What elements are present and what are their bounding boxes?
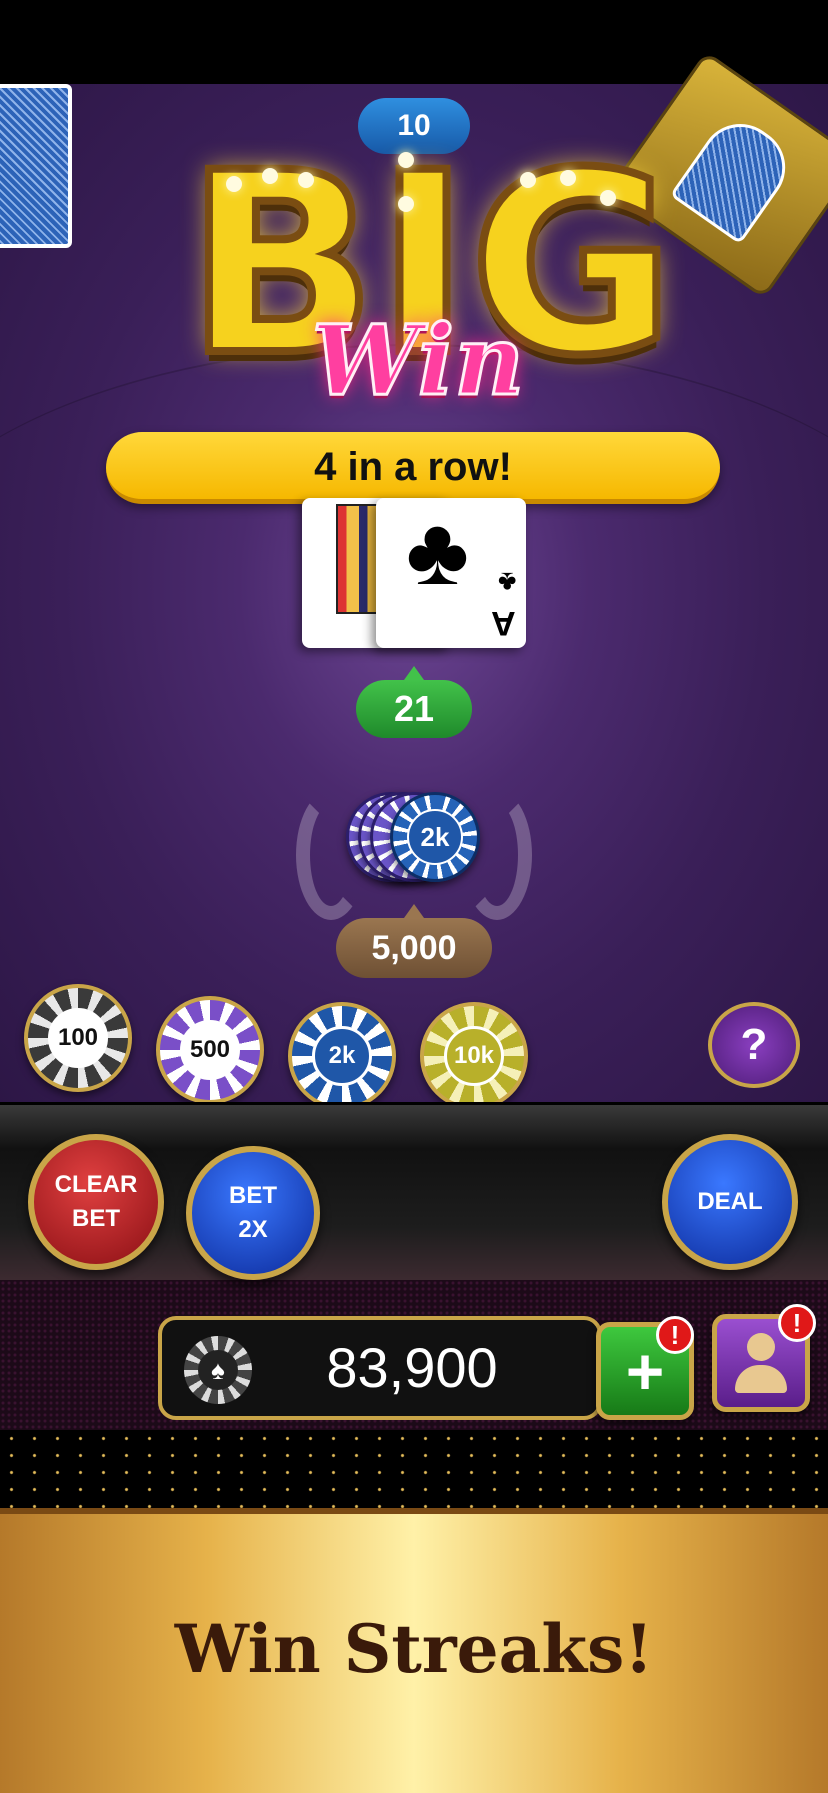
promo-title: Win Streaks!	[174, 1610, 654, 1688]
question-bubble-icon: ?	[740, 1020, 768, 1069]
clear-bet-label-line2: BET	[71, 1205, 120, 1232]
streak-banner: 4 in a row!	[106, 432, 720, 504]
promo-footer: Win Streaks!	[0, 1508, 828, 1793]
player-total-badge: 21	[356, 666, 472, 738]
marquee-bulb	[398, 196, 414, 212]
help-button[interactable]: ?	[708, 1002, 800, 1088]
marquee-bulb	[600, 190, 616, 206]
chip-label: 2k	[312, 1026, 372, 1086]
bet-stack-label: 2k	[407, 809, 463, 865]
marquee-bulb	[298, 172, 314, 188]
store-alert-badge: !	[656, 1316, 694, 1354]
bet-2x-label-line1: BET	[229, 1182, 277, 1209]
profile-alert-badge: !	[778, 1304, 816, 1342]
marquee-bulb	[520, 172, 536, 188]
deal-label: DEAL	[697, 1188, 763, 1215]
balance-chip-icon: ♠	[184, 1336, 252, 1404]
bet-amount-badge: 5,000	[336, 904, 492, 978]
chip-label: 100	[48, 1008, 108, 1068]
win-script-text: Win	[310, 303, 525, 419]
spade-icon: ♠	[198, 1350, 238, 1390]
marquee-bulb	[226, 176, 242, 192]
card-rank: A	[491, 604, 516, 642]
plus-icon: +	[625, 1334, 665, 1408]
deal-button[interactable]: DEAL	[662, 1134, 798, 1270]
chip-10k-button[interactable]: 10k	[420, 1002, 528, 1110]
player-card-ace-clubs: ♣ ♣ A	[376, 498, 526, 648]
discard-deck	[0, 84, 72, 248]
bet-stack-top-chip[interactable]: 2k	[390, 792, 480, 882]
balance-bar: ♠ 83,900	[158, 1316, 602, 1420]
chip-500-button[interactable]: 500	[156, 996, 264, 1104]
club-suit-small-icon: ♣	[497, 567, 516, 598]
sparkle-band	[0, 1430, 828, 1510]
clear-bet-button[interactable]: CLEAR BET	[28, 1134, 164, 1270]
marquee-bulb	[560, 170, 576, 186]
club-suit-icon: ♣	[406, 498, 469, 605]
chip-100-button[interactable]: 100	[24, 984, 132, 1092]
chip-label: 500	[180, 1020, 240, 1080]
chip-2k-button[interactable]: 2k	[288, 1002, 396, 1110]
bet-2x-label-line2: 2X	[238, 1216, 268, 1243]
clear-bet-label-line1: CLEAR	[54, 1171, 138, 1198]
marquee-bulb	[262, 168, 278, 184]
marquee-bulb	[398, 152, 414, 168]
chip-label: 10k	[444, 1026, 504, 1086]
balance-value: 83,900	[326, 1336, 498, 1399]
bet-2x-button[interactable]: BET 2X	[186, 1146, 320, 1280]
avatar-icon	[733, 1331, 789, 1395]
